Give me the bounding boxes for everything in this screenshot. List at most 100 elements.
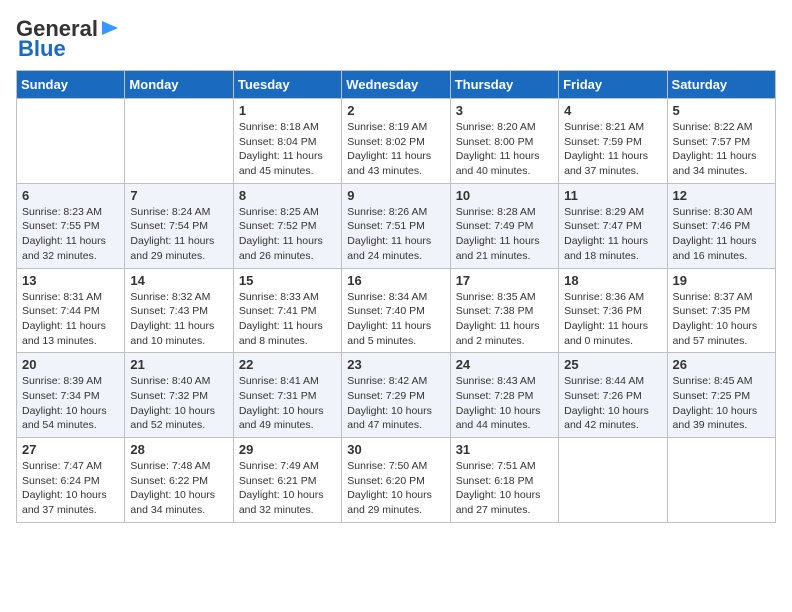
calendar-cell: 17Sunrise: 8:35 AMSunset: 7:38 PMDayligh… <box>450 268 558 353</box>
calendar-header-wednesday: Wednesday <box>342 71 450 99</box>
day-detail: Sunrise: 8:28 AMSunset: 7:49 PMDaylight:… <box>456 205 553 264</box>
day-number: 16 <box>347 273 444 288</box>
calendar-week-1: 1 Sunrise: 8:18 AMSunset: 8:04 PMDaylight… <box>17 99 776 184</box>
day-detail: Sunrise: 8:37 AMSunset: 7:35 PMDaylight:… <box>673 290 770 349</box>
day-number: 6 <box>22 188 119 203</box>
calendar-header-friday: Friday <box>559 71 667 99</box>
calendar-cell: 20 Sunrise: 8:39 AMSunset: 7:34 PMDayligh… <box>17 353 125 438</box>
day-detail: Sunrise: 7:47 AMSunset: 6:24 PMDaylight:… <box>22 459 119 518</box>
day-detail: Sunrise: 8:24 AMSunset: 7:54 PMDaylight:… <box>130 205 227 264</box>
day-detail: Sunrise: 8:25 AMSunset: 7:52 PMDaylight:… <box>239 205 336 264</box>
calendar-cell <box>667 438 775 523</box>
day-number: 9 <box>347 188 444 203</box>
day-detail: Sunrise: 8:22 AMSunset: 7:57 PMDaylight:… <box>673 120 770 179</box>
page-header: General Blue <box>16 16 776 62</box>
day-detail: Sunrise: 8:36 AMSunset: 7:36 PMDaylight:… <box>564 290 661 349</box>
day-detail: Sunrise: 8:35 AMSunset: 7:38 PMDaylight:… <box>456 290 553 349</box>
day-detail: Sunrise: 8:41 AMSunset: 7:31 PMDaylight:… <box>239 374 336 433</box>
calendar-cell: 12 Sunrise: 8:30 AMSunset: 7:46 PMDayligh… <box>667 183 775 268</box>
calendar-week-3: 13Sunrise: 8:31 AMSunset: 7:44 PMDayligh… <box>17 268 776 353</box>
day-detail: Sunrise: 8:44 AMSunset: 7:26 PMDaylight:… <box>564 374 661 433</box>
day-detail: Sunrise: 7:49 AMSunset: 6:21 PMDaylight:… <box>239 459 336 518</box>
logo: General Blue <box>16 16 122 62</box>
day-number: 28 <box>130 442 227 457</box>
logo-blue: Blue <box>18 36 66 62</box>
calendar-cell: 7 Sunrise: 8:24 AMSunset: 7:54 PMDaylight… <box>125 183 233 268</box>
day-detail: Sunrise: 8:26 AMSunset: 7:51 PMDaylight:… <box>347 205 444 264</box>
calendar-week-4: 20 Sunrise: 8:39 AMSunset: 7:34 PMDayligh… <box>17 353 776 438</box>
calendar-cell: 21 Sunrise: 8:40 AMSunset: 7:32 PMDayligh… <box>125 353 233 438</box>
day-detail: Sunrise: 8:32 AMSunset: 7:43 PMDaylight:… <box>130 290 227 349</box>
day-detail: Sunrise: 8:43 AMSunset: 7:28 PMDaylight:… <box>456 374 553 433</box>
calendar-cell: 29Sunrise: 7:49 AMSunset: 6:21 PMDayligh… <box>233 438 341 523</box>
day-detail: Sunrise: 8:34 AMSunset: 7:40 PMDaylight:… <box>347 290 444 349</box>
calendar-cell: 4Sunrise: 8:21 AMSunset: 7:59 PMDaylight… <box>559 99 667 184</box>
calendar-table: SundayMondayTuesdayWednesdayThursdayFrid… <box>16 70 776 523</box>
day-detail: Sunrise: 8:19 AMSunset: 8:02 PMDaylight:… <box>347 120 444 179</box>
calendar-header-row: SundayMondayTuesdayWednesdayThursdayFrid… <box>17 71 776 99</box>
day-number: 13 <box>22 273 119 288</box>
day-number: 8 <box>239 188 336 203</box>
day-detail: Sunrise: 8:30 AMSunset: 7:46 PMDaylight:… <box>673 205 770 264</box>
calendar-cell: 1 Sunrise: 8:18 AMSunset: 8:04 PMDaylight… <box>233 99 341 184</box>
day-detail: Sunrise: 8:40 AMSunset: 7:32 PMDaylight:… <box>130 374 227 433</box>
day-number: 14 <box>130 273 227 288</box>
calendar-cell <box>17 99 125 184</box>
day-number: 25 <box>564 357 661 372</box>
logo-arrow-icon <box>100 17 122 39</box>
calendar-header-sunday: Sunday <box>17 71 125 99</box>
day-detail: Sunrise: 8:42 AMSunset: 7:29 PMDaylight:… <box>347 374 444 433</box>
day-detail: Sunrise: 8:39 AMSunset: 7:34 PMDaylight:… <box>22 374 119 433</box>
day-number: 27 <box>22 442 119 457</box>
calendar-cell: 9 Sunrise: 8:26 AMSunset: 7:51 PMDaylight… <box>342 183 450 268</box>
day-number: 5 <box>673 103 770 118</box>
day-detail: Sunrise: 8:29 AMSunset: 7:47 PMDaylight:… <box>564 205 661 264</box>
calendar-cell: 18Sunrise: 8:36 AMSunset: 7:36 PMDayligh… <box>559 268 667 353</box>
day-number: 24 <box>456 357 553 372</box>
calendar-header-monday: Monday <box>125 71 233 99</box>
day-number: 12 <box>673 188 770 203</box>
calendar-cell: 8 Sunrise: 8:25 AMSunset: 7:52 PMDaylight… <box>233 183 341 268</box>
day-number: 21 <box>130 357 227 372</box>
calendar-cell: 19Sunrise: 8:37 AMSunset: 7:35 PMDayligh… <box>667 268 775 353</box>
day-detail: Sunrise: 8:20 AMSunset: 8:00 PMDaylight:… <box>456 120 553 179</box>
day-detail: Sunrise: 8:33 AMSunset: 7:41 PMDaylight:… <box>239 290 336 349</box>
calendar-cell: 27 Sunrise: 7:47 AMSunset: 6:24 PMDayligh… <box>17 438 125 523</box>
day-detail: Sunrise: 7:51 AMSunset: 6:18 PMDaylight:… <box>456 459 553 518</box>
day-number: 20 <box>22 357 119 372</box>
day-detail: Sunrise: 8:21 AMSunset: 7:59 PMDaylight:… <box>564 120 661 179</box>
calendar-header-thursday: Thursday <box>450 71 558 99</box>
calendar-cell: 31 Sunrise: 7:51 AMSunset: 6:18 PMDayligh… <box>450 438 558 523</box>
calendar-header-tuesday: Tuesday <box>233 71 341 99</box>
calendar-cell: 2 Sunrise: 8:19 AMSunset: 8:02 PMDaylight… <box>342 99 450 184</box>
day-number: 31 <box>456 442 553 457</box>
calendar-header-saturday: Saturday <box>667 71 775 99</box>
calendar-cell: 13Sunrise: 8:31 AMSunset: 7:44 PMDayligh… <box>17 268 125 353</box>
calendar-week-5: 27 Sunrise: 7:47 AMSunset: 6:24 PMDayligh… <box>17 438 776 523</box>
calendar-cell: 26 Sunrise: 8:45 AMSunset: 7:25 PMDayligh… <box>667 353 775 438</box>
day-detail: Sunrise: 8:23 AMSunset: 7:55 PMDaylight:… <box>22 205 119 264</box>
day-detail: Sunrise: 7:50 AMSunset: 6:20 PMDaylight:… <box>347 459 444 518</box>
day-detail: Sunrise: 8:45 AMSunset: 7:25 PMDaylight:… <box>673 374 770 433</box>
day-number: 7 <box>130 188 227 203</box>
calendar-cell: 25 Sunrise: 8:44 AMSunset: 7:26 PMDayligh… <box>559 353 667 438</box>
day-number: 1 <box>239 103 336 118</box>
calendar-cell: 24 Sunrise: 8:43 AMSunset: 7:28 PMDayligh… <box>450 353 558 438</box>
day-number: 23 <box>347 357 444 372</box>
calendar-cell: 28 Sunrise: 7:48 AMSunset: 6:22 PMDayligh… <box>125 438 233 523</box>
calendar-cell <box>125 99 233 184</box>
day-number: 2 <box>347 103 444 118</box>
day-number: 3 <box>456 103 553 118</box>
calendar-week-2: 6 Sunrise: 8:23 AMSunset: 7:55 PMDaylight… <box>17 183 776 268</box>
calendar-cell: 10Sunrise: 8:28 AMSunset: 7:49 PMDayligh… <box>450 183 558 268</box>
day-number: 11 <box>564 188 661 203</box>
calendar-cell: 5 Sunrise: 8:22 AMSunset: 7:57 PMDaylight… <box>667 99 775 184</box>
day-detail: Sunrise: 8:18 AMSunset: 8:04 PMDaylight:… <box>239 120 336 179</box>
day-detail: Sunrise: 7:48 AMSunset: 6:22 PMDaylight:… <box>130 459 227 518</box>
calendar-cell: 23 Sunrise: 8:42 AMSunset: 7:29 PMDayligh… <box>342 353 450 438</box>
day-number: 26 <box>673 357 770 372</box>
day-number: 30 <box>347 442 444 457</box>
calendar-cell: 16 Sunrise: 8:34 AMSunset: 7:40 PMDayligh… <box>342 268 450 353</box>
calendar-cell: 14 Sunrise: 8:32 AMSunset: 7:43 PMDayligh… <box>125 268 233 353</box>
calendar-cell: 6 Sunrise: 8:23 AMSunset: 7:55 PMDaylight… <box>17 183 125 268</box>
